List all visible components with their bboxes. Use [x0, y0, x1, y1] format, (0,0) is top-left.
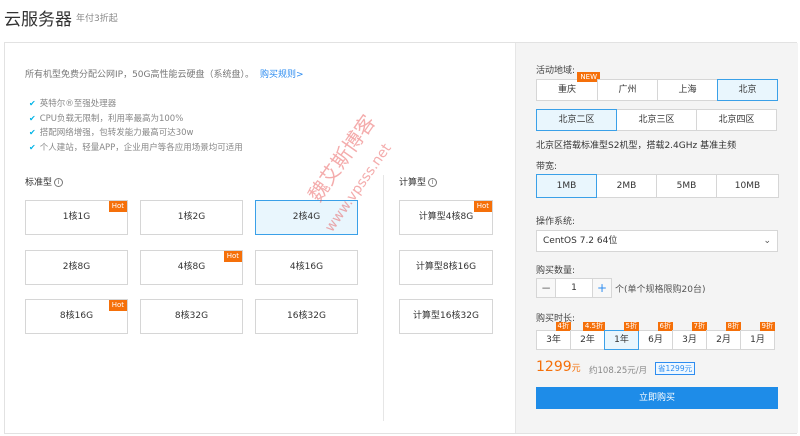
region-option-shanghai[interactable]: 上海	[657, 79, 718, 101]
quantity-input[interactable]: 1	[556, 278, 592, 298]
instance-card-8c32g[interactable]: 8核32G	[140, 299, 243, 334]
feature-item: ✔ 搭配网络增强，包转发能力最高可达30w	[29, 128, 194, 138]
instance-card-8c16g[interactable]: 8核16G Hot	[25, 299, 128, 334]
check-icon: ✔	[29, 128, 36, 137]
zone-option-beijing-3[interactable]: 北京三区	[616, 109, 697, 131]
feature-item: ✔ 英特尔®至强处理器	[29, 99, 117, 109]
discount-badge: 5折	[623, 322, 639, 331]
quantity-note: 个(单个规格限购20台)	[615, 284, 706, 295]
order-sidebar: 活动地域: 重庆 NEW 广州 上海 北京 北京二区 北京三区 北京四区 北京区搭…	[515, 43, 798, 433]
duration-option-6m[interactable]: 6月 6折	[638, 322, 673, 350]
bandwidth-option-1mb[interactable]: 1MB	[536, 174, 597, 198]
decrement-button[interactable]: −	[536, 278, 556, 298]
os-label: 操作系统:	[536, 217, 576, 227]
zone-description: 北京区搭载标准型S2机型，搭载2.4GHz 基准主频	[536, 141, 737, 151]
discount-badge: 9折	[759, 322, 775, 331]
check-icon: ✔	[29, 113, 36, 123]
spec-section: 所有机型免费分配公网IP，50G高性能云硬盘（系统盘）。 购买规则> ✔ 英特尔®至…	[5, 43, 515, 433]
region-label: 活动地域:	[536, 66, 576, 76]
hot-badge: Hot	[223, 251, 242, 262]
region-option-beijing[interactable]: 北京	[717, 79, 778, 101]
duration-option-1y[interactable]: 1年 5折	[604, 322, 639, 350]
instance-card-2c4g[interactable]: 2核4G	[255, 200, 358, 235]
check-icon: ✔	[29, 99, 36, 108]
page-subtitle: 年付3折起	[76, 14, 118, 24]
bandwidth-option-5mb[interactable]: 5MB	[656, 174, 717, 198]
duration-option-1m[interactable]: 1月 9折	[740, 322, 775, 350]
description: 所有机型免费分配公网IP，50G高性能云硬盘（系统盘）。 购买规则>	[25, 67, 304, 80]
instance-card-1c2g[interactable]: 1核2G	[140, 200, 243, 235]
hot-badge: Hot	[108, 300, 127, 311]
compute-type-label: 计算型 i	[399, 175, 438, 188]
chevron-down-icon: ⌄	[763, 236, 771, 246]
bandwidth-option-10mb[interactable]: 10MB	[716, 174, 779, 198]
duration-option-3m[interactable]: 3月 7折	[672, 322, 707, 350]
duration-option-2y[interactable]: 2年 4.5折	[570, 322, 605, 350]
discount-badge: 4折	[555, 322, 571, 331]
duration-selector: 3年 4折 2年 4.5折 1年 5折 6月 6折 3月 7折 2月 8折 1月 9折	[536, 322, 775, 350]
savings-badge: 省1299元	[655, 362, 696, 375]
region-option-guangzhou[interactable]: 广州	[597, 79, 658, 101]
buy-now-button[interactable]: 立即购买	[536, 387, 778, 409]
hot-badge: Hot	[108, 201, 127, 212]
zone-option-beijing-2[interactable]: 北京二区	[536, 109, 617, 131]
compute-card-4c8g[interactable]: 计算型4核8G Hot	[399, 200, 493, 235]
duration-option-3y[interactable]: 3年 4折	[536, 322, 571, 350]
feature-item: ✔ 个人建站，轻量APP，企业用户等各应用场景均可适用	[29, 142, 243, 153]
quantity-stepper: − 1 + 个(单个规格限购20台)	[536, 278, 705, 298]
monthly-price: 约108.25元/月	[589, 366, 648, 376]
bandwidth-option-2mb[interactable]: 2MB	[596, 174, 657, 198]
check-icon: ✔	[29, 142, 36, 152]
instance-card-2c8g[interactable]: 2核8G	[25, 250, 128, 285]
standard-type-label: 标准型 i	[25, 175, 64, 188]
description-text: 所有机型免费分配公网IP，50G高性能云硬盘（系统盘）。	[25, 70, 255, 80]
region-option-chongqing[interactable]: 重庆 NEW	[536, 72, 600, 101]
feature-list: ✔ 英特尔®至强处理器 ✔ CPU负载无限制，利用率最高为100% ✔ 搭配网络增强，…	[29, 97, 243, 155]
discount-badge: 7折	[691, 322, 707, 331]
discount-badge: 8折	[725, 322, 741, 331]
hot-badge: Hot	[473, 201, 492, 212]
discount-badge: 6折	[657, 322, 673, 331]
instance-card-4c8g[interactable]: 4核8G Hot	[140, 250, 243, 285]
region-selector: 重庆 NEW 广州 上海 北京	[536, 72, 778, 101]
quantity-label: 购买数量:	[536, 266, 576, 276]
page-title: 云服务器	[4, 10, 72, 30]
compute-card-16c32g[interactable]: 计算型16核32G	[399, 299, 493, 334]
bandwidth-label: 带宽:	[536, 162, 558, 172]
discount-badge: 4.5折	[582, 322, 605, 331]
info-icon[interactable]: i	[428, 178, 438, 187]
zone-selector: 北京二区 北京三区 北京四区	[536, 109, 777, 131]
feature-item: ✔ CPU负载无限制，利用率最高为100%	[29, 113, 184, 124]
instance-card-4c16g[interactable]: 4核16G	[255, 250, 358, 285]
compute-card-8c16g[interactable]: 计算型8核16G	[399, 250, 493, 285]
increment-button[interactable]: +	[592, 278, 612, 298]
duration-option-2m[interactable]: 2月 8折	[706, 322, 741, 350]
instance-card-1c1g[interactable]: 1核1G Hot	[25, 200, 128, 235]
zone-option-beijing-4[interactable]: 北京四区	[696, 109, 777, 131]
instance-card-16c32g[interactable]: 16核32G	[255, 299, 358, 334]
purchase-rules-link[interactable]: 购买规则>	[260, 70, 304, 80]
product-panel: 所有机型免费分配公网IP，50G高性能云硬盘（系统盘）。 购买规则> ✔ 英特尔®至…	[4, 42, 798, 434]
info-icon[interactable]: i	[54, 178, 64, 187]
divider	[383, 175, 384, 421]
os-select[interactable]: CentOS 7.2 64位 ⌄	[536, 230, 778, 252]
bandwidth-selector: 1MB 2MB 5MB 10MB	[536, 174, 779, 198]
total-price: 1299元	[536, 359, 581, 375]
